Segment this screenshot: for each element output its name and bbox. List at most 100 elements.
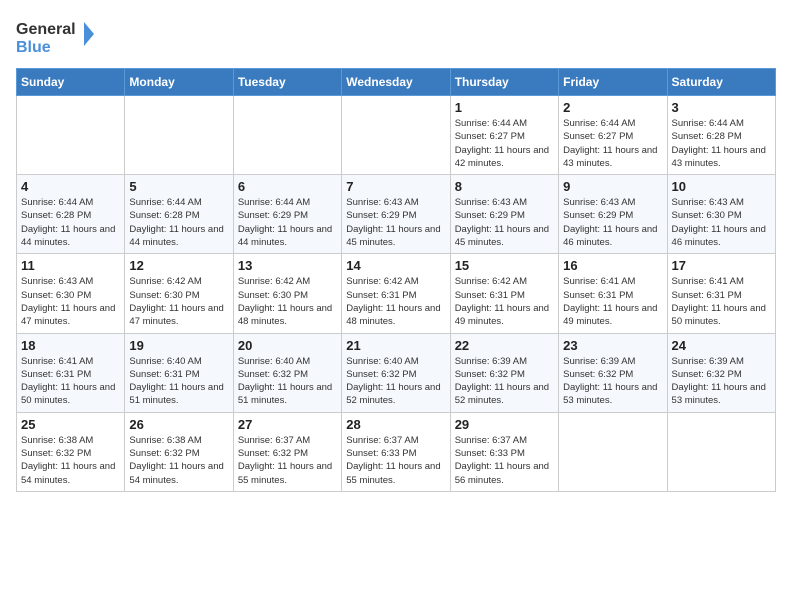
day-info: Sunrise: 6:40 AM Sunset: 6:32 PM Dayligh… [346,355,445,408]
calendar-day-cell: 9 Sunrise: 6:43 AM Sunset: 6:29 PM Daylig… [559,175,667,254]
calendar-day-cell: 10 Sunrise: 6:43 AM Sunset: 6:30 PM Dayli… [667,175,775,254]
logo-icon: GeneralBlue [16,16,96,56]
day-number: 7 [346,179,445,194]
calendar-day-cell: 6 Sunrise: 6:44 AM Sunset: 6:29 PM Daylig… [233,175,341,254]
day-info: Sunrise: 6:39 AM Sunset: 6:32 PM Dayligh… [455,355,554,408]
calendar-day-cell: 3 Sunrise: 6:44 AM Sunset: 6:28 PM Daylig… [667,96,775,175]
calendar-day-cell: 14 Sunrise: 6:42 AM Sunset: 6:31 PM Dayli… [342,254,450,333]
day-info: Sunrise: 6:38 AM Sunset: 6:32 PM Dayligh… [129,434,228,487]
day-of-week-header: Thursday [450,69,558,96]
day-number: 11 [21,258,120,273]
calendar-week-row: 18 Sunrise: 6:41 AM Sunset: 6:31 PM Dayli… [17,333,776,412]
day-info: Sunrise: 6:42 AM Sunset: 6:30 PM Dayligh… [129,275,228,328]
day-number: 20 [238,338,337,353]
calendar-day-cell [667,412,775,491]
day-number: 25 [21,417,120,432]
svg-text:General: General [16,21,76,38]
day-info: Sunrise: 6:44 AM Sunset: 6:28 PM Dayligh… [129,196,228,249]
day-of-week-header: Friday [559,69,667,96]
calendar-day-cell: 17 Sunrise: 6:41 AM Sunset: 6:31 PM Dayli… [667,254,775,333]
calendar-day-cell: 13 Sunrise: 6:42 AM Sunset: 6:30 PM Dayli… [233,254,341,333]
day-number: 3 [672,100,771,115]
day-info: Sunrise: 6:44 AM Sunset: 6:28 PM Dayligh… [672,117,771,170]
calendar-day-cell: 25 Sunrise: 6:38 AM Sunset: 6:32 PM Dayli… [17,412,125,491]
calendar-week-row: 11 Sunrise: 6:43 AM Sunset: 6:30 PM Dayli… [17,254,776,333]
day-info: Sunrise: 6:39 AM Sunset: 6:32 PM Dayligh… [672,355,771,408]
calendar-day-cell [559,412,667,491]
svg-text:Blue: Blue [16,39,51,56]
day-info: Sunrise: 6:38 AM Sunset: 6:32 PM Dayligh… [21,434,120,487]
day-info: Sunrise: 6:44 AM Sunset: 6:27 PM Dayligh… [455,117,554,170]
calendar-week-row: 25 Sunrise: 6:38 AM Sunset: 6:32 PM Dayli… [17,412,776,491]
calendar-day-cell: 16 Sunrise: 6:41 AM Sunset: 6:31 PM Dayli… [559,254,667,333]
day-info: Sunrise: 6:44 AM Sunset: 6:27 PM Dayligh… [563,117,662,170]
day-info: Sunrise: 6:43 AM Sunset: 6:29 PM Dayligh… [455,196,554,249]
day-info: Sunrise: 6:41 AM Sunset: 6:31 PM Dayligh… [21,355,120,408]
calendar-day-cell: 2 Sunrise: 6:44 AM Sunset: 6:27 PM Daylig… [559,96,667,175]
day-number: 29 [455,417,554,432]
calendar-day-cell: 19 Sunrise: 6:40 AM Sunset: 6:31 PM Dayli… [125,333,233,412]
calendar-day-cell: 7 Sunrise: 6:43 AM Sunset: 6:29 PM Daylig… [342,175,450,254]
day-info: Sunrise: 6:39 AM Sunset: 6:32 PM Dayligh… [563,355,662,408]
calendar-table: SundayMondayTuesdayWednesdayThursdayFrid… [16,68,776,492]
day-info: Sunrise: 6:41 AM Sunset: 6:31 PM Dayligh… [672,275,771,328]
day-info: Sunrise: 6:42 AM Sunset: 6:31 PM Dayligh… [455,275,554,328]
day-info: Sunrise: 6:41 AM Sunset: 6:31 PM Dayligh… [563,275,662,328]
day-info: Sunrise: 6:43 AM Sunset: 6:30 PM Dayligh… [21,275,120,328]
calendar-header-row: SundayMondayTuesdayWednesdayThursdayFrid… [17,69,776,96]
day-info: Sunrise: 6:44 AM Sunset: 6:28 PM Dayligh… [21,196,120,249]
day-number: 6 [238,179,337,194]
day-of-week-header: Sunday [17,69,125,96]
calendar-day-cell: 29 Sunrise: 6:37 AM Sunset: 6:33 PM Dayli… [450,412,558,491]
calendar-day-cell: 22 Sunrise: 6:39 AM Sunset: 6:32 PM Dayli… [450,333,558,412]
calendar-day-cell [17,96,125,175]
calendar-day-cell: 21Sunrise: 6:40 AM Sunset: 6:32 PM Dayli… [342,333,450,412]
calendar-day-cell: 8 Sunrise: 6:43 AM Sunset: 6:29 PM Daylig… [450,175,558,254]
day-info: Sunrise: 6:37 AM Sunset: 6:32 PM Dayligh… [238,434,337,487]
page-header: GeneralBlue [16,16,776,56]
day-info: Sunrise: 6:42 AM Sunset: 6:30 PM Dayligh… [238,275,337,328]
day-number: 10 [672,179,771,194]
day-number: 13 [238,258,337,273]
day-info: Sunrise: 6:40 AM Sunset: 6:31 PM Dayligh… [129,355,228,408]
calendar-day-cell: 23Sunrise: 6:39 AM Sunset: 6:32 PM Dayli… [559,333,667,412]
day-info: Sunrise: 6:40 AM Sunset: 6:32 PM Dayligh… [238,355,337,408]
day-number: 9 [563,179,662,194]
day-number: 2 [563,100,662,115]
calendar-day-cell: 28 Sunrise: 6:37 AM Sunset: 6:33 PM Dayli… [342,412,450,491]
calendar-day-cell: 12Sunrise: 6:42 AM Sunset: 6:30 PM Dayli… [125,254,233,333]
calendar-day-cell: 4 Sunrise: 6:44 AM Sunset: 6:28 PM Daylig… [17,175,125,254]
calendar-day-cell: 5 Sunrise: 6:44 AM Sunset: 6:28 PM Daylig… [125,175,233,254]
calendar-day-cell: 1Sunrise: 6:44 AM Sunset: 6:27 PM Daylig… [450,96,558,175]
day-number: 18 [21,338,120,353]
day-info: Sunrise: 6:44 AM Sunset: 6:29 PM Dayligh… [238,196,337,249]
calendar-week-row: 1Sunrise: 6:44 AM Sunset: 6:27 PM Daylig… [17,96,776,175]
calendar-day-cell: 27 Sunrise: 6:37 AM Sunset: 6:32 PM Dayli… [233,412,341,491]
day-of-week-header: Tuesday [233,69,341,96]
day-number: 27 [238,417,337,432]
day-of-week-header: Wednesday [342,69,450,96]
day-number: 8 [455,179,554,194]
day-info: Sunrise: 6:42 AM Sunset: 6:31 PM Dayligh… [346,275,445,328]
day-number: 26 [129,417,228,432]
day-number: 17 [672,258,771,273]
day-number: 28 [346,417,445,432]
day-info: Sunrise: 6:37 AM Sunset: 6:33 PM Dayligh… [346,434,445,487]
day-of-week-header: Monday [125,69,233,96]
day-info: Sunrise: 6:37 AM Sunset: 6:33 PM Dayligh… [455,434,554,487]
day-info: Sunrise: 6:43 AM Sunset: 6:29 PM Dayligh… [563,196,662,249]
logo: GeneralBlue [16,16,96,56]
day-number: 19 [129,338,228,353]
calendar-day-cell: 15Sunrise: 6:42 AM Sunset: 6:31 PM Dayli… [450,254,558,333]
day-info: Sunrise: 6:43 AM Sunset: 6:29 PM Dayligh… [346,196,445,249]
calendar-day-cell [342,96,450,175]
day-number: 14 [346,258,445,273]
day-number: 4 [21,179,120,194]
calendar-day-cell: 11 Sunrise: 6:43 AM Sunset: 6:30 PM Dayli… [17,254,125,333]
day-info: Sunrise: 6:43 AM Sunset: 6:30 PM Dayligh… [672,196,771,249]
day-number: 16 [563,258,662,273]
calendar-day-cell: 24 Sunrise: 6:39 AM Sunset: 6:32 PM Dayli… [667,333,775,412]
day-number: 24 [672,338,771,353]
day-number: 22 [455,338,554,353]
day-number: 5 [129,179,228,194]
